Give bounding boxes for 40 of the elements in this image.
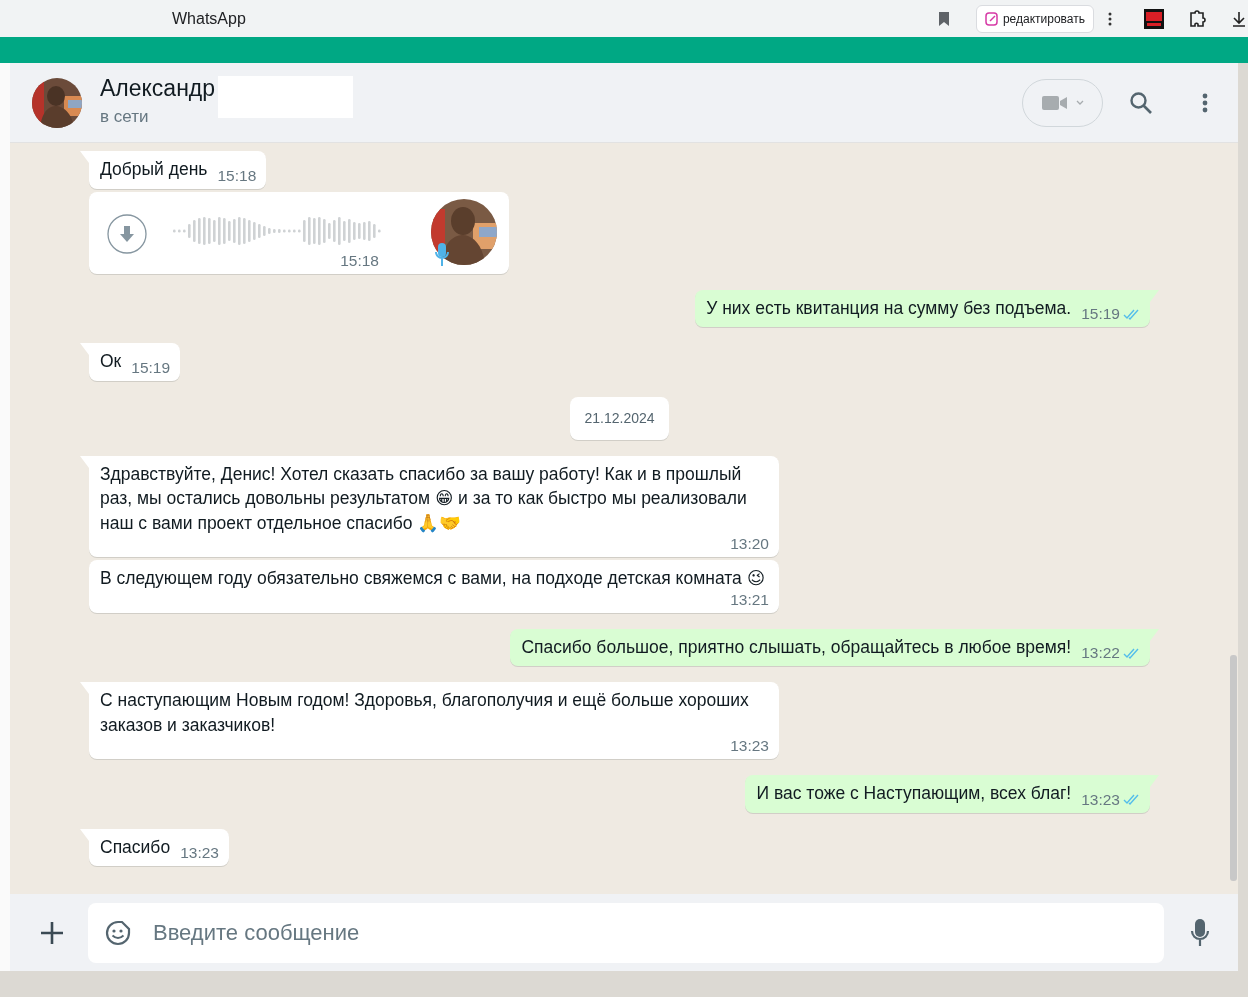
- search-icon[interactable]: [1129, 90, 1153, 115]
- message-text: Добрый день: [100, 158, 208, 181]
- message-time: 15:19: [1081, 305, 1120, 323]
- microphone-icon[interactable]: [1190, 917, 1210, 948]
- message-time: 15:18: [339, 251, 379, 270]
- message-time: 13:23: [730, 737, 769, 755]
- message-time: 13:23: [180, 844, 219, 862]
- edit-icon: [984, 11, 999, 26]
- message-time: 13:20: [730, 535, 769, 553]
- contact-status: в сети: [100, 105, 150, 128]
- date-separator: 21.12.2024: [570, 396, 669, 440]
- message-text: С наступающим Новым годом! Здоровья, благополучия и ещё больше хороших заказов и заказчиков!: [100, 689, 750, 737]
- message-time: 13:22: [1081, 644, 1120, 662]
- video-camera-icon: [1041, 94, 1068, 111]
- sticker-icon[interactable]: [105, 919, 131, 946]
- message-text: И вас тоже с Наступающим, всех благ!: [756, 782, 1072, 805]
- message-text: Спасибо большое, приятно слышать, обращайтесь в любое время!: [521, 635, 1072, 659]
- message-text: Здравствуйте, Денис! Хотел сказать спасибо за вашу работу! Как и в прошлый раз, мы остались довольны результатом 😁 и за то как быстро мы реализовали наш с вами проект отдельное спасибо 🙏🤝: [100, 462, 748, 535]
- scrollbar-thumb[interactable]: [1230, 655, 1237, 881]
- download-icon[interactable]: [1232, 10, 1246, 27]
- menu-icon[interactable]: [1202, 92, 1208, 113]
- message-text: В следующем году обязательно свяжемся с вами, на подходе детская комната 😉: [100, 567, 765, 590]
- tab-title[interactable]: WhatsApp: [172, 6, 246, 31]
- extension-icon[interactable]: [1144, 8, 1164, 29]
- bookmark-icon[interactable]: [938, 11, 949, 26]
- microphone-icon: [435, 242, 449, 267]
- caret-icon: [1075, 100, 1084, 105]
- puzzle-icon[interactable]: [1188, 8, 1208, 29]
- message-text: У них есть квитанция на сумму без подъема.: [706, 296, 1072, 320]
- message-input[interactable]: Введите сообщение: [88, 902, 1164, 963]
- message-time: 15:19: [131, 358, 171, 377]
- message-time: 15:18: [217, 166, 257, 185]
- edit-button[interactable]: редактировать: [975, 4, 1094, 33]
- contact-name: Александр: [100, 75, 216, 102]
- message-text: Ок: [100, 350, 122, 373]
- message-text: Спасибо: [100, 835, 171, 859]
- message-time: 13:23: [1081, 790, 1120, 809]
- message-time: 13:21: [730, 590, 769, 609]
- plus-icon[interactable]: [40, 920, 64, 945]
- more-icon[interactable]: [1108, 11, 1112, 26]
